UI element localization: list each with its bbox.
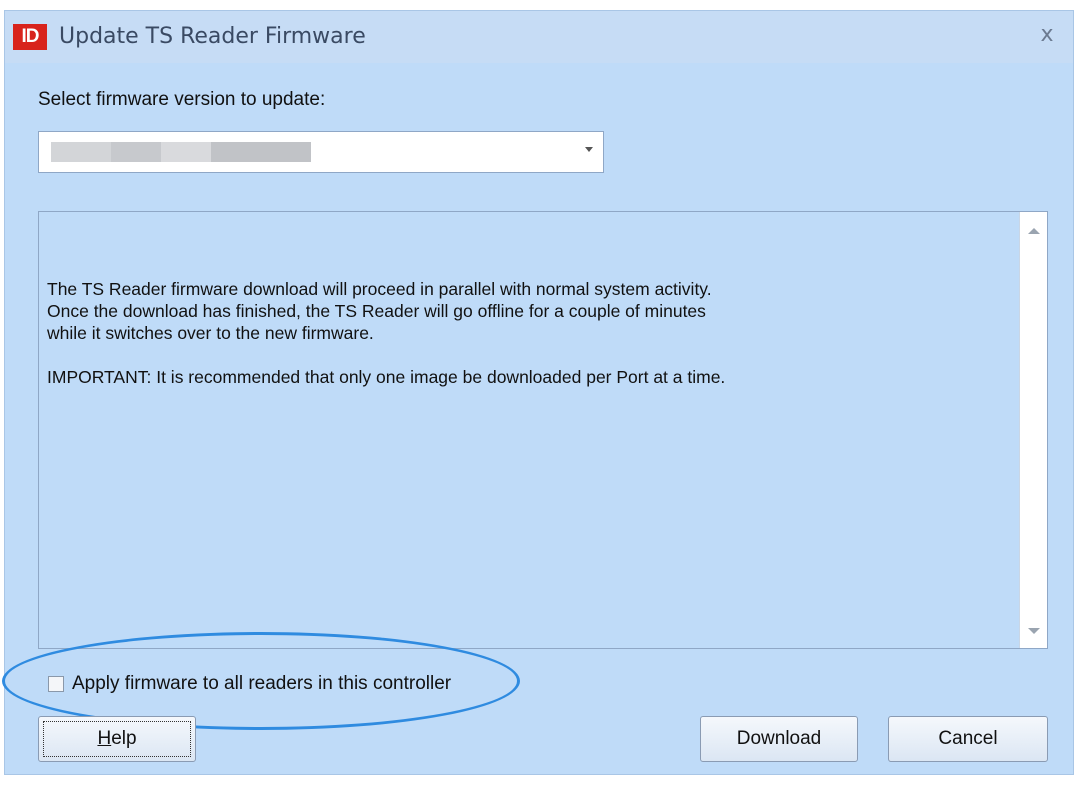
redacted-value <box>211 142 311 162</box>
vertical-scrollbar[interactable] <box>1019 212 1047 648</box>
redacted-value <box>111 142 161 162</box>
focus-rectangle <box>43 721 191 757</box>
chevron-down-icon[interactable] <box>585 147 593 152</box>
firmware-version-label: Select firmware version to update: <box>38 89 326 110</box>
help-button[interactable]: Help <box>38 716 196 762</box>
dialog-title: Update TS Reader Firmware <box>59 24 366 49</box>
redacted-value <box>51 142 111 162</box>
scroll-up-icon[interactable] <box>1028 228 1040 234</box>
close-icon[interactable]: x <box>1035 22 1059 48</box>
info-text-area[interactable]: The TS Reader firmware download will pro… <box>38 211 1048 649</box>
download-button[interactable]: Download <box>700 716 858 762</box>
title-bar: ID Update TS Reader Firmware x <box>5 11 1073 63</box>
apply-all-readers-label[interactable]: Apply firmware to all readers in this co… <box>72 673 451 695</box>
apply-all-readers-checkbox[interactable] <box>48 676 64 692</box>
cancel-button[interactable]: Cancel <box>888 716 1048 762</box>
info-message: The TS Reader firmware download will pro… <box>47 279 726 387</box>
scroll-down-icon[interactable] <box>1028 628 1040 634</box>
apply-all-readers-option[interactable]: Apply firmware to all readers in this co… <box>48 672 451 696</box>
app-logo-icon: ID <box>13 24 47 50</box>
firmware-version-dropdown[interactable] <box>38 131 604 173</box>
redacted-value <box>161 142 211 162</box>
